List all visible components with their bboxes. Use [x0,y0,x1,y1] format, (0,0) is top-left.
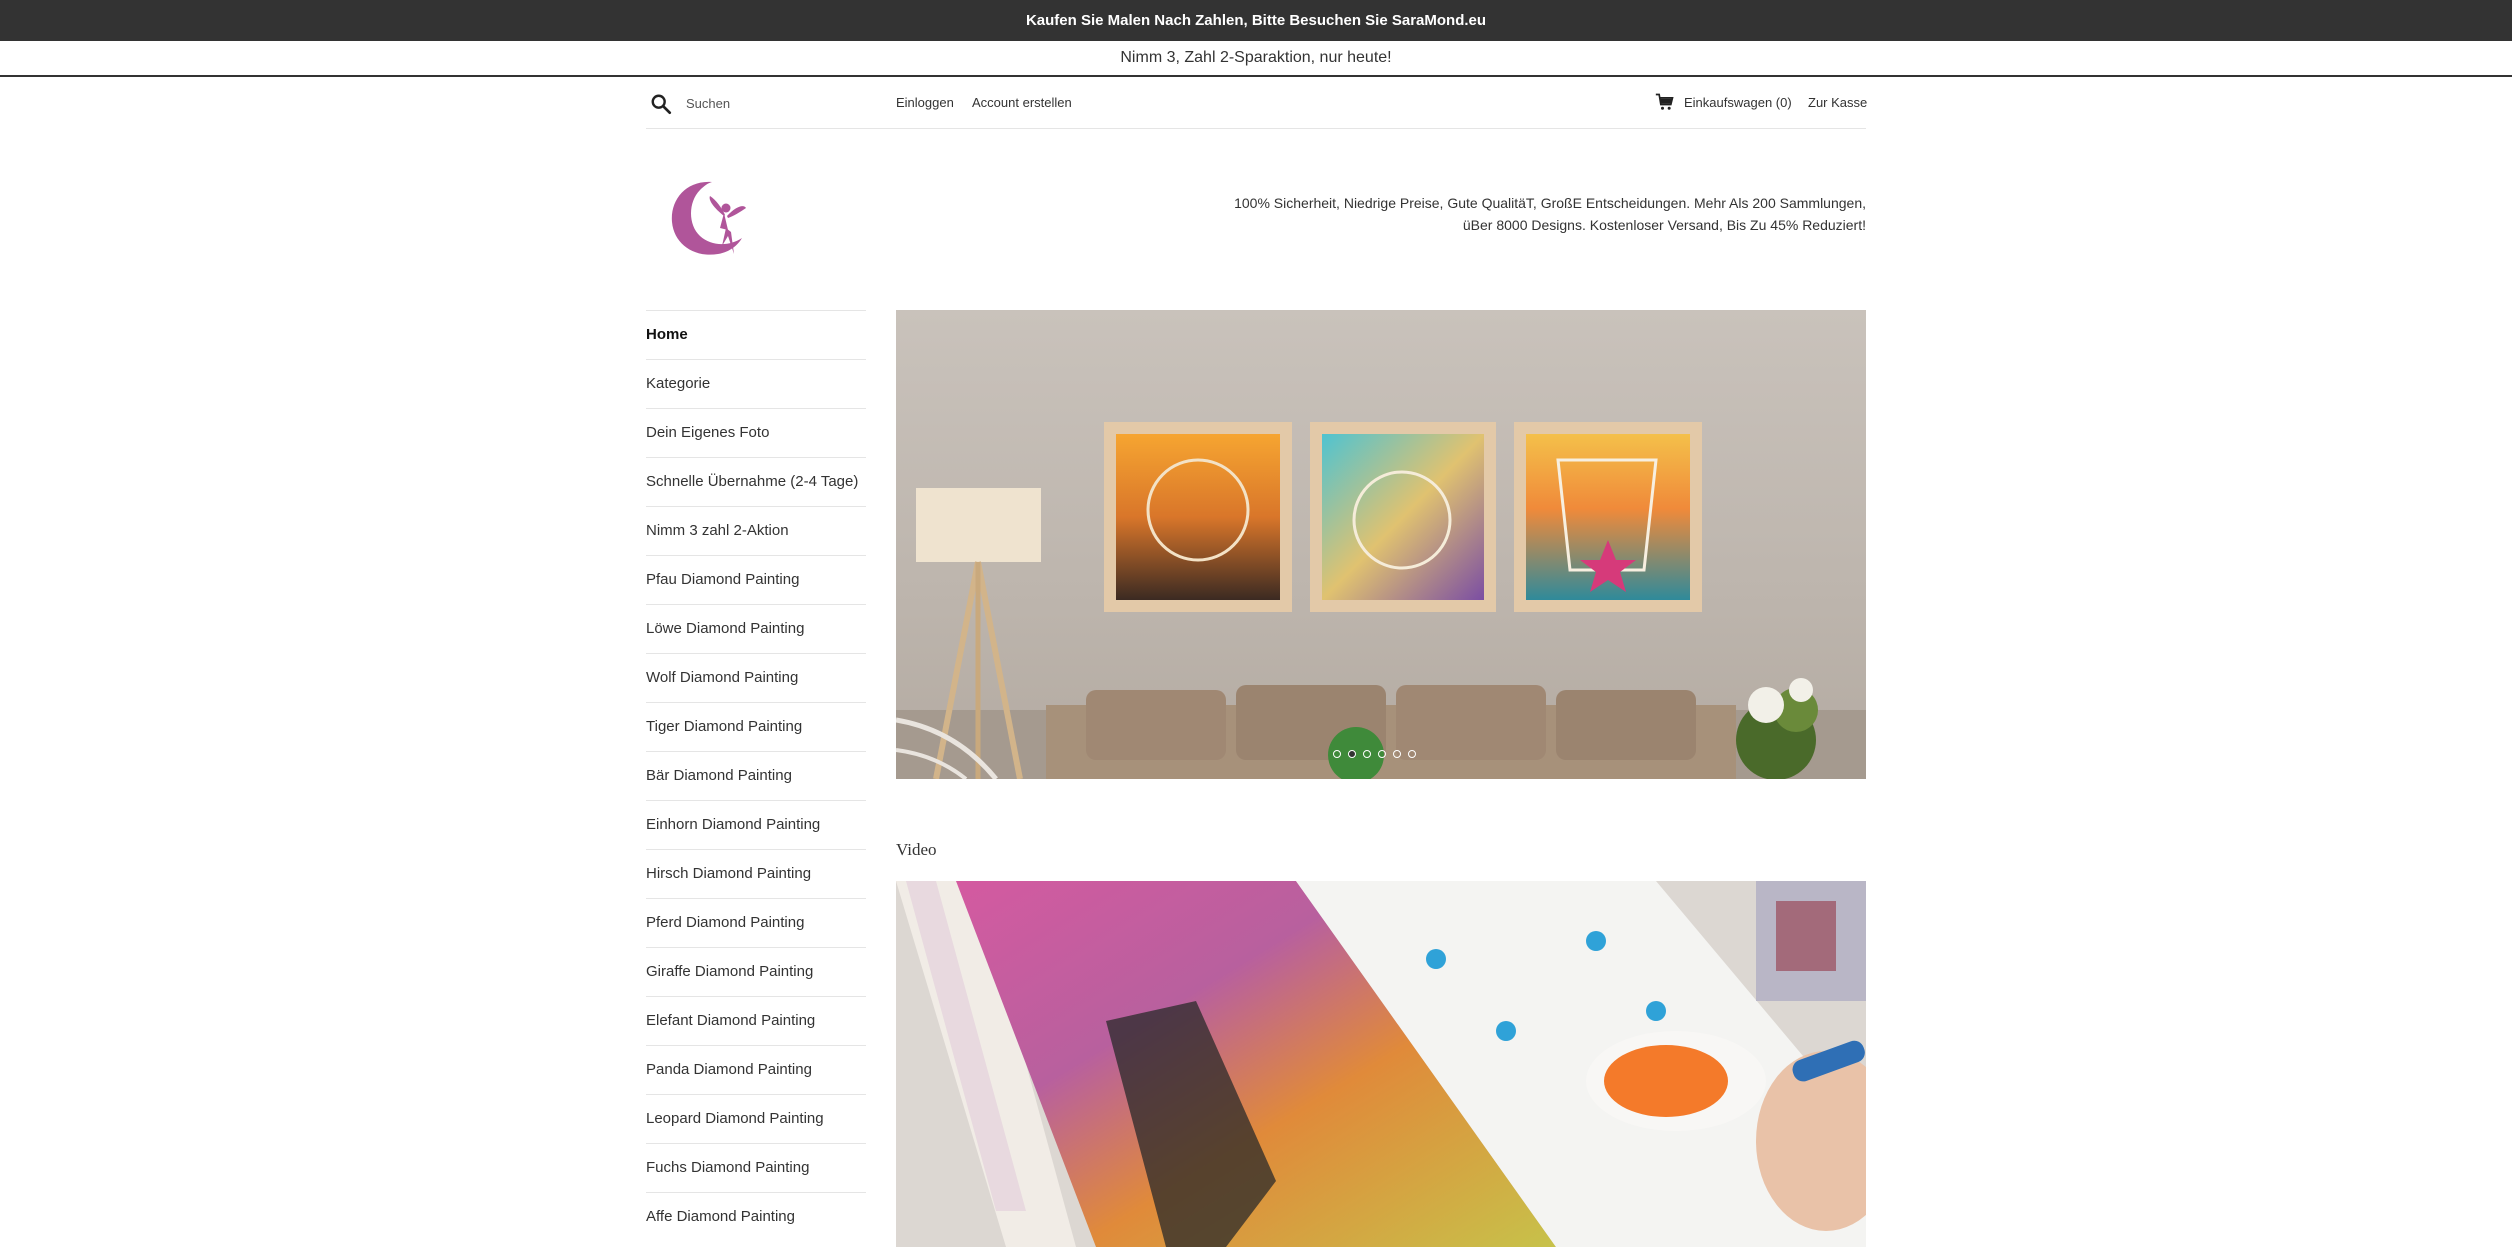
sidebar-item-baer[interactable]: Bär Diamond Painting [646,751,866,799]
video-section-title: Video [896,840,937,859]
cart-link[interactable]: Einkaufswagen (0) [1684,95,1792,110]
sidebar-item-home[interactable]: Home [646,310,866,358]
site-header: Einloggen Account erstellen Einkaufswage… [646,79,1867,129]
slide-dot-6[interactable] [1408,750,1416,758]
video-thumbnail [896,881,1866,1247]
search-icon[interactable] [650,93,672,115]
sidebar-item-kategorie[interactable]: Kategorie [646,359,866,407]
sidebar-item-pfau[interactable]: Pfau Diamond Painting [646,555,866,603]
hero-slide-image [896,422,1866,779]
store-tagline: 100% Sicherheit, Niedrige Preise, Gute Q… [1234,195,1866,233]
sidebar-item-fuchs[interactable]: Fuchs Diamond Painting [646,1143,866,1191]
sidebar-item-tiger[interactable]: Tiger Diamond Painting [646,702,866,750]
cart-icon[interactable] [1655,92,1675,112]
sidebar-item-affe[interactable]: Affe Diamond Painting [646,1192,866,1240]
logo[interactable] [660,170,756,270]
sidebar-item-panda[interactable]: Panda Diamond Painting [646,1045,866,1093]
sidebar-item-nimm-3[interactable]: Nimm 3 zahl 2-Aktion [646,506,866,554]
slide-dot-5[interactable] [1393,750,1401,758]
announcement-bar: Kaufen Sie Malen Nach Zahlen, Bitte Besu… [0,0,2512,41]
slide-dot-4[interactable] [1378,750,1386,758]
login-link[interactable]: Einloggen [896,95,954,110]
sidebar-item-elefant[interactable]: Elefant Diamond Painting [646,996,866,1044]
sidebar-item-pferd[interactable]: Pferd Diamond Painting [646,898,866,946]
hero-slideshow[interactable] [896,310,1866,779]
sidebar-item-schnelle-uebernahme[interactable]: Schnelle Übernahme (2-4 Tage) [646,457,866,505]
sidebar-item-eigenes-foto[interactable]: Dein Eigenes Foto [646,408,866,456]
slide-dot-3[interactable] [1363,750,1371,758]
sidebar-item-einhorn[interactable]: Einhorn Diamond Painting [646,800,866,848]
slide-dot-1[interactable] [1333,750,1341,758]
video-player[interactable] [896,881,1866,1247]
sidebar-item-loewe[interactable]: Löwe Diamond Painting [646,604,866,652]
sidebar-item-leopard[interactable]: Leopard Diamond Painting [646,1094,866,1142]
search-input[interactable] [686,92,856,114]
checkout-link[interactable]: Zur Kasse [1808,95,1867,110]
sidebar-item-giraffe[interactable]: Giraffe Diamond Painting [646,947,866,995]
sidebar-item-hirsch[interactable]: Hirsch Diamond Painting [646,849,866,897]
sidebar-item-wolf[interactable]: Wolf Diamond Painting [646,653,866,701]
create-account-link[interactable]: Account erstellen [972,95,1072,110]
promo-bar: Nimm 3, Zahl 2-Sparaktion, nur heute! [0,41,2512,77]
promo-text: Nimm 3, Zahl 2-Sparaktion, nur heute! [1120,49,1392,66]
announcement-text[interactable]: Kaufen Sie Malen Nach Zahlen, Bitte Besu… [1026,12,1486,29]
slideshow-dots [1333,750,1416,758]
slide-dot-2[interactable] [1348,750,1356,758]
sidebar-nav: Home Kategorie Dein Eigenes Foto Schnell… [646,310,866,1241]
